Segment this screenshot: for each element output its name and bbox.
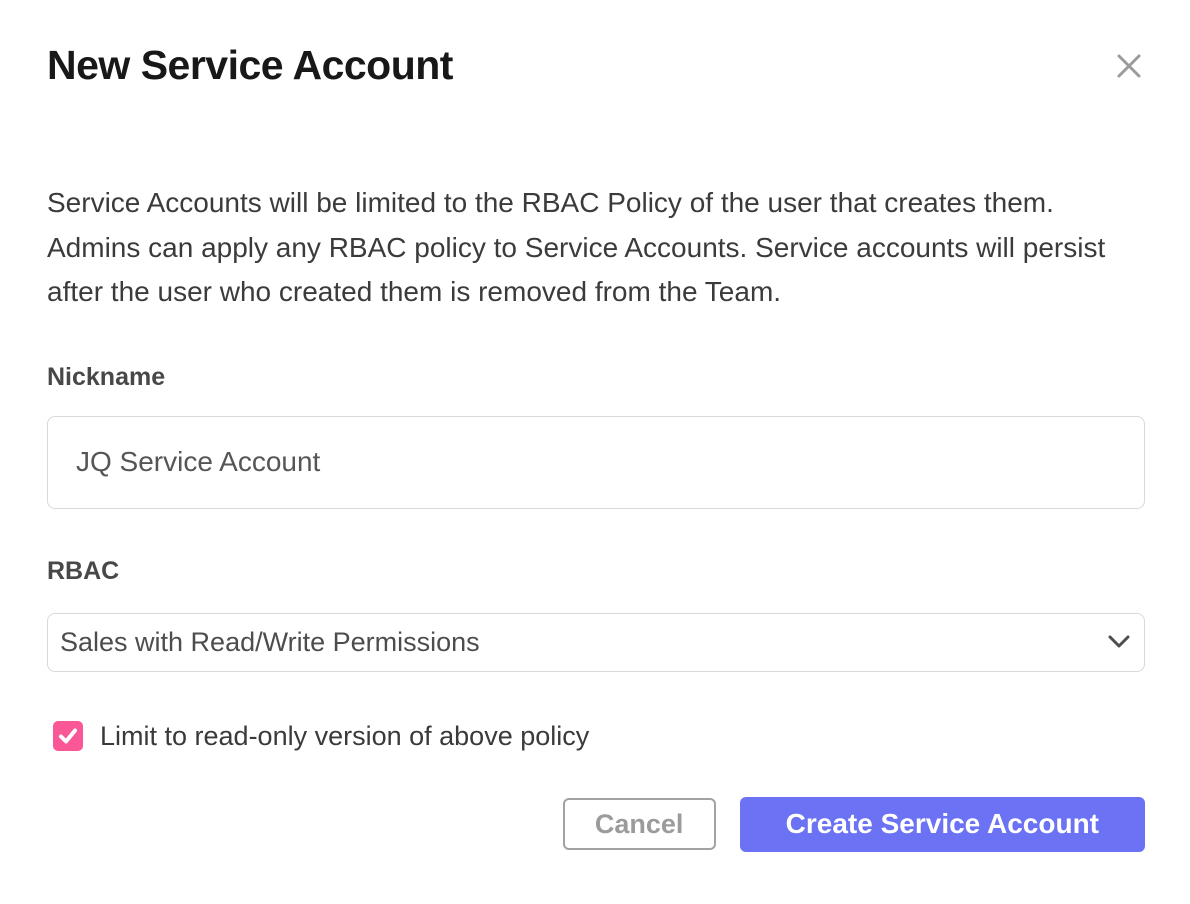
modal-description: Service Accounts will be limited to the …: [47, 181, 1145, 315]
close-button[interactable]: [1111, 48, 1147, 84]
rbac-select[interactable]: Sales with Read/Write Permissions: [47, 613, 1145, 672]
checkmark-icon: [57, 725, 79, 747]
nickname-input[interactable]: [47, 416, 1145, 509]
modal-header: New Service Account: [47, 42, 1145, 89]
modal-title: New Service Account: [47, 42, 1145, 89]
rbac-selected-value: Sales with Read/Write Permissions: [60, 627, 480, 658]
modal-footer: Cancel Create Service Account: [47, 797, 1145, 852]
cancel-button[interactable]: Cancel: [563, 798, 716, 850]
read-only-checkbox-label[interactable]: Limit to read-only version of above poli…: [100, 721, 589, 752]
create-service-account-button[interactable]: Create Service Account: [740, 797, 1145, 852]
chevron-down-icon: [1108, 635, 1130, 649]
read-only-checkbox[interactable]: [53, 721, 83, 751]
new-service-account-modal: New Service Account Service Accounts wil…: [0, 0, 1190, 904]
close-icon: [1114, 51, 1144, 81]
rbac-label: RBAC: [47, 557, 1145, 586]
nickname-label: Nickname: [47, 363, 1145, 392]
read-only-checkbox-row: Limit to read-only version of above poli…: [53, 721, 1145, 752]
